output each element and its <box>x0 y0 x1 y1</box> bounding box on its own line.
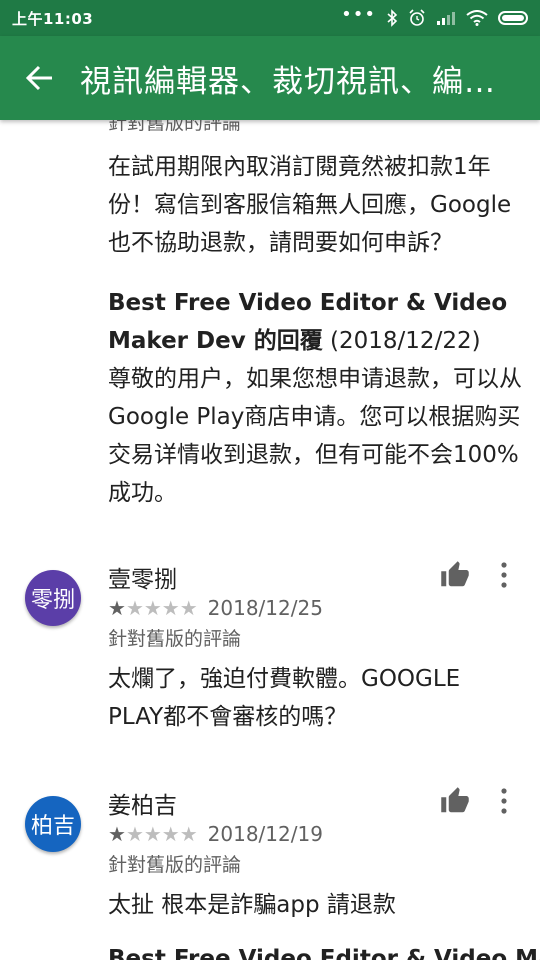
review-body: 在試用期限內取消訂閱竟然被扣款1年份！寫信到客服信箱無人回應，Google也不協… <box>108 154 512 256</box>
reviewer-name: 壹零捌 <box>108 567 177 593</box>
review-body: 太扯 根本是詐騙app 請退款 <box>108 892 396 918</box>
developer-reply-date: (2018/12/22) <box>330 328 481 354</box>
reviews-list[interactable]: 針對舊版的評論 在試用期限內取消訂閱竟然被扣款1年份！寫信到客服信箱無人回應，G… <box>0 120 540 960</box>
rating-row: ★★★★★ 2018/12/19 <box>108 822 323 846</box>
status-icons: ••• <box>341 4 528 27</box>
reviewer-name: 姜柏吉 <box>108 793 177 819</box>
review-date: 2018/12/19 <box>207 822 323 846</box>
bluetooth-icon <box>387 9 398 27</box>
avatar: 柏吉 <box>25 796 81 852</box>
more-options-icon[interactable] <box>492 786 516 816</box>
avatar: 零捌 <box>25 570 81 626</box>
back-arrow-icon[interactable] <box>0 36 80 120</box>
version-label: 針對舊版的評論 <box>108 628 242 650</box>
alarm-icon <box>409 9 425 26</box>
review-body: 太爛了，強迫付費軟體。GOOGLE PLAY都不會審核的嗎？ <box>108 666 461 730</box>
thumbs-up-icon[interactable] <box>440 786 470 816</box>
developer-reply-name-partial: Best Free Video Editor & Video Maker <box>108 946 540 960</box>
status-time: 上午11:03 <box>12 9 94 28</box>
app-toolbar: 視訊編輯器、裁切視訊、編… <box>0 36 540 120</box>
status-bar: 上午11:03 ••• <box>0 0 540 36</box>
version-label: 針對舊版的評論 <box>108 854 242 876</box>
signal-icon <box>437 12 455 25</box>
page-title: 視訊編輯器、裁切視訊、編… <box>80 63 496 100</box>
developer-reply-body: 尊敬的用户，如果您想申请退款，可以从Google Play商店申请。您可以根据购… <box>108 366 522 506</box>
star-rating: ★★★★★ <box>108 596 198 620</box>
thumbs-up-icon[interactable] <box>440 560 470 590</box>
notification-dots-icon: ••• <box>341 4 376 25</box>
battery-icon <box>498 11 528 25</box>
star-rating: ★★★★★ <box>108 822 198 846</box>
wifi-icon <box>466 10 488 26</box>
version-label: 針對舊版的評論 <box>108 120 242 134</box>
rating-row: ★★★★★ 2018/12/25 <box>108 596 323 620</box>
developer-reply: Best Free Video Editor & Video Maker Dev… <box>108 284 528 512</box>
more-options-icon[interactable] <box>492 560 516 590</box>
review-date: 2018/12/25 <box>207 596 323 620</box>
